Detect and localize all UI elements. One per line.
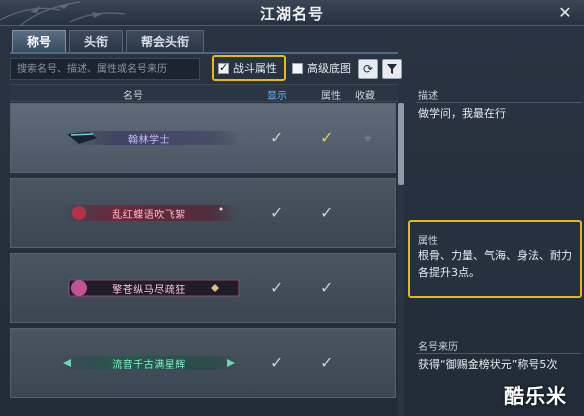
tab-titles[interactable]: 称号 <box>12 30 67 52</box>
detail-panel: 描述 做学问，我最在行 属性 根骨、力量、气海、身法、耐力各提升3点。 名号来历… <box>408 84 584 416</box>
title-badge: 擎苍纵马尽疏狂 <box>49 276 249 300</box>
divider <box>416 353 582 354</box>
attr-check-icon: ✓ <box>320 278 334 297</box>
tab-guild-titles[interactable]: 帮会头衔 <box>126 30 205 52</box>
show-check-icon[interactable]: ✓ <box>270 353 283 372</box>
show-check-icon[interactable]: ✓ <box>270 278 283 297</box>
title-badge: 流音千古满星辉 <box>49 351 249 375</box>
watermark: 酷乐米 <box>504 384 567 408</box>
advanced-bg-checkbox[interactable]: 高级底图 <box>292 60 351 76</box>
table-header: 名号 显示 属性 收藏 <box>10 84 398 102</box>
attr-check-icon: ✓ <box>320 353 334 372</box>
origin-title: 名号来历 <box>418 342 458 353</box>
title-name: 擎苍纵马尽疏狂 <box>112 284 186 296</box>
filter-button[interactable] <box>382 59 402 79</box>
origin-text: 获得“御赐金榜状元”称号5次 <box>418 358 558 371</box>
header-name: 名号 <box>123 91 143 102</box>
tab-headers[interactable]: 头衔 <box>69 30 124 52</box>
table-row[interactable]: 翰林学士 ✓ ✓ ★ <box>10 103 396 173</box>
search-input[interactable] <box>11 59 199 79</box>
title-name: 翰林学士 <box>128 134 170 146</box>
show-check-icon[interactable]: ✓ <box>270 203 283 222</box>
combat-attr-checkbox[interactable]: 战斗属性 <box>212 55 286 81</box>
list-scrollbar[interactable] <box>398 103 404 416</box>
header-fav[interactable]: 收藏 <box>355 87 375 102</box>
tab-bar: 称号 头衔 帮会头衔 <box>12 30 205 52</box>
header-show[interactable]: 显示 <box>267 87 287 102</box>
checkbox-checked-icon <box>218 61 229 74</box>
close-button[interactable]: ✕ <box>554 2 576 24</box>
header-attr[interactable]: 属性 <box>321 87 341 102</box>
star-icon[interactable]: ★ <box>363 132 373 145</box>
attributes-title: 属性 <box>418 236 438 247</box>
window-title: 江湖名号 <box>259 5 324 23</box>
table-row[interactable]: 乱红蝶语吹飞絮 ✓ ✓ <box>10 178 396 248</box>
table-row[interactable]: 擎苍纵马尽疏狂 ✓ ✓ <box>10 253 396 323</box>
combat-attr-label: 战斗属性 <box>233 62 277 75</box>
title-bar: 江湖名号 ✕ <box>0 0 584 26</box>
title-list: 翰林学士 ✓ ✓ ★ 乱红蝶语吹飞絮 ✓ ✓ 擎苍纵马尽疏狂 ✓ ✓ 流音千古满… <box>10 103 396 416</box>
refresh-button[interactable]: ⟳ <box>358 59 378 79</box>
table-row[interactable]: 流音千古满星辉 ✓ ✓ <box>10 328 396 398</box>
divider <box>416 102 582 103</box>
attributes-text: 根骨、力量、气海、身法、耐力各提升3点。 <box>418 249 572 279</box>
title-name: 流音千古满星辉 <box>112 359 186 371</box>
search-row: 战斗属性 高级底图 ⟳ <box>10 55 402 81</box>
description-title: 描述 <box>418 91 438 102</box>
refresh-icon: ⟳ <box>362 62 374 76</box>
attr-check-icon: ✓ <box>320 128 334 147</box>
show-check-icon[interactable]: ✓ <box>270 128 283 147</box>
filter-icon <box>387 64 397 74</box>
description-text: 做学问，我最在行 <box>418 107 506 120</box>
title-name: 乱红蝶语吹飞絮 <box>112 209 186 221</box>
advanced-bg-label: 高级底图 <box>307 62 351 75</box>
tab-underline <box>10 52 398 54</box>
attr-check-icon: ✓ <box>320 203 334 222</box>
title-window: 江湖名号 ✕ 称号 头衔 帮会头衔 战斗属性 高级底图 ⟳ 名号 显示 <box>0 0 584 416</box>
search-box <box>10 58 200 80</box>
title-badge: 乱红蝶语吹飞絮 <box>49 201 249 225</box>
title-badge: 翰林学士 <box>49 126 249 150</box>
scrollbar-thumb[interactable] <box>398 103 404 185</box>
checkbox-unchecked-icon <box>292 62 303 74</box>
